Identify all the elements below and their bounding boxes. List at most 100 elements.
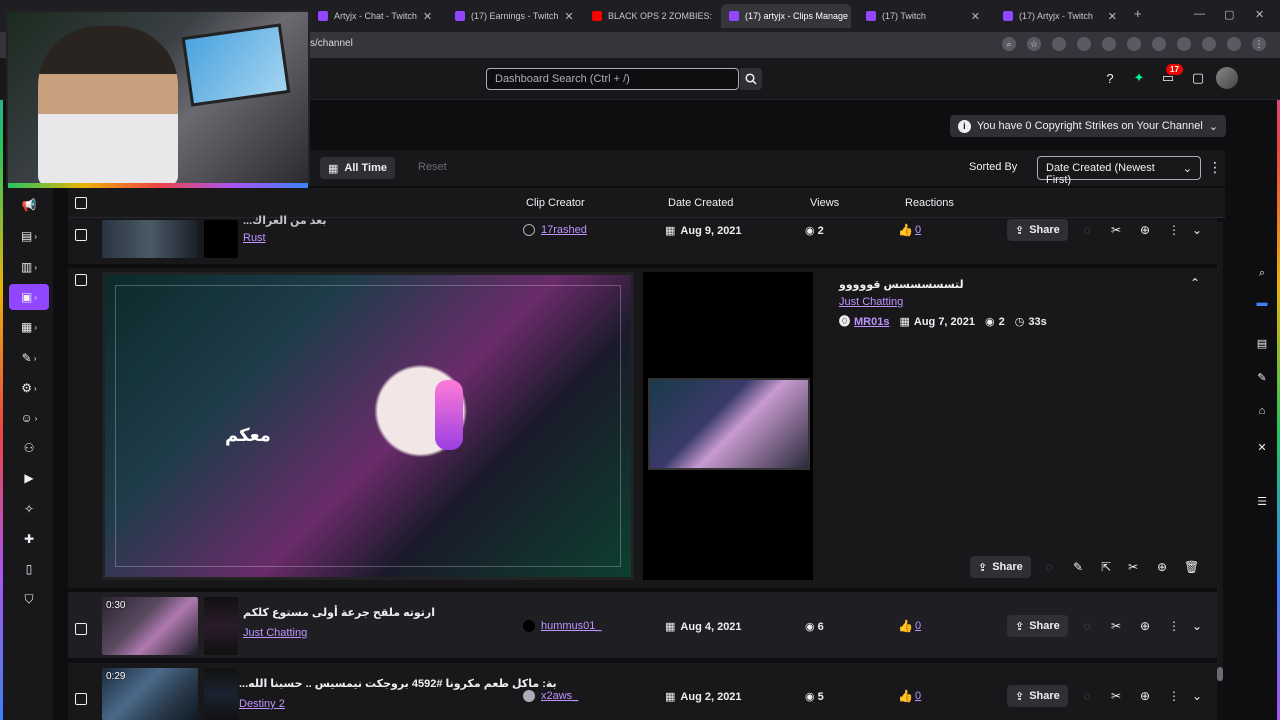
chevron-down-icon[interactable]: ⌄ xyxy=(1190,223,1204,237)
close-icon[interactable]: ✕ xyxy=(971,10,980,23)
nav-safety[interactable]: ⛉ xyxy=(9,586,49,612)
whispers-icon[interactable]: ▢ xyxy=(1190,70,1206,86)
browser-tab[interactable]: BLACK OPS 2 ZOMBIES: C ✕ xyxy=(584,4,714,28)
zoom-icon[interactable]: ⌕ xyxy=(1002,37,1016,51)
add-circle-icon[interactable]: ⊕ xyxy=(1155,560,1169,574)
sliders-icon[interactable]: ☰ xyxy=(1255,494,1269,508)
clip-thumbnail[interactable]: 0:29 xyxy=(102,668,198,720)
browser-tab-active[interactable]: (17) artyjx - Clips Manage ✕ xyxy=(721,4,851,28)
tools-icon[interactable]: ✕ xyxy=(1255,440,1269,454)
help-icon[interactable]: ? xyxy=(1102,70,1118,86)
add-circle-icon[interactable]: ⊕ xyxy=(1138,619,1152,633)
scissors-icon[interactable]: ✂ xyxy=(1109,223,1123,237)
copyright-strike-notice[interactable]: i You have 0 Copyright Strikes on Your C… xyxy=(949,115,1226,137)
browser-tab[interactable]: (17) Earnings - Twitch ✕ xyxy=(447,4,577,28)
edit-pencil-icon[interactable]: ✎ xyxy=(1071,560,1085,574)
chat-icon[interactable]: ▬ xyxy=(1255,296,1269,310)
chevron-up-icon[interactable]: ⌃ xyxy=(1190,276,1200,290)
extension-icon[interactable] xyxy=(1102,37,1116,51)
sort-select[interactable]: Date Created (Newest First) ⌄ xyxy=(1037,156,1201,186)
nav-content[interactable]: ▣ › xyxy=(9,284,49,310)
nav-viewer-rewards[interactable]: ☺ › xyxy=(9,405,49,431)
browser-tab[interactable]: (17) Artyjx - Twitch ✕ xyxy=(995,4,1125,28)
window-close-icon[interactable]: ✕ xyxy=(1255,8,1264,21)
nav-community[interactable]: ▦ › xyxy=(9,314,49,340)
nav-video[interactable]: ▶ xyxy=(9,465,49,491)
clip-thumbnail[interactable] xyxy=(102,220,198,258)
scrollbar-track[interactable] xyxy=(1217,222,1223,682)
creator-link[interactable]: 17rashed xyxy=(541,224,587,236)
browser-tab[interactable]: Artyjx - Chat - Twitch ✕ xyxy=(310,4,440,28)
clip-title[interactable]: ...بة: ماكل طعم مكرونا #4592 بروجكت نيمس… xyxy=(239,677,557,690)
table-row[interactable]: 0:29 ...بة: ماكل طعم مكرونا #4592 بروجكت… xyxy=(68,663,1217,720)
reset-button[interactable]: Reset xyxy=(410,157,455,179)
row-checkbox[interactable] xyxy=(75,274,87,286)
clip-category-link[interactable]: Just Chatting xyxy=(839,296,903,308)
scrollbar-thumb[interactable] xyxy=(1217,667,1223,681)
nav-creator-camp[interactable]: ▯ xyxy=(9,556,49,582)
add-circle-icon[interactable]: ⊕ xyxy=(1138,223,1152,237)
clip-video-player[interactable]: معكم xyxy=(102,272,634,580)
bookmark-star-icon[interactable]: ☆ xyxy=(1027,37,1041,51)
share-button[interactable]: ⇪ Share xyxy=(1007,219,1068,241)
share-button[interactable]: ⇪ Share xyxy=(1007,685,1068,707)
clip-title[interactable]: ارتوته ملقح جرعة أولى مستوع كلكم xyxy=(243,606,435,619)
gamepad-icon[interactable]: ⌂ xyxy=(1255,404,1269,418)
col-reactions[interactable]: Reactions xyxy=(905,197,954,209)
puzzle-icon[interactable] xyxy=(1152,37,1166,51)
clip-category-link[interactable]: Just Chatting xyxy=(243,627,307,639)
table-row[interactable]: ...بعد من العراك Rust 17rashed ▦ Aug 9, 2… xyxy=(68,215,1217,264)
creator-link[interactable]: x2aws_ xyxy=(541,690,578,702)
chevron-down-icon[interactable]: ⌄ xyxy=(1190,619,1204,633)
menu-kebab-icon[interactable]: ⋮ xyxy=(1252,37,1266,51)
nav-creator-tools[interactable]: ✎ › xyxy=(9,345,49,371)
edit-icon[interactable]: ✎ xyxy=(1255,370,1269,384)
nav-settings[interactable]: ⚙ › xyxy=(9,375,49,401)
maximize-icon[interactable]: ▢ xyxy=(1224,8,1234,21)
nav-achievements[interactable]: ✧ xyxy=(9,496,49,522)
clip-title[interactable]: ...بعد من العراك xyxy=(243,214,327,227)
trash-icon[interactable]: 🗑 xyxy=(1184,560,1199,574)
minimize-icon[interactable]: — xyxy=(1194,8,1205,20)
search-button[interactable] xyxy=(740,68,762,90)
col-clip-creator[interactable]: Clip Creator xyxy=(526,197,585,209)
quick-search-icon[interactable]: ⌕ xyxy=(1255,266,1269,280)
clip-category-link[interactable]: Rust xyxy=(243,232,266,244)
clip-category-link[interactable]: Destiny 2 xyxy=(239,698,285,710)
nav-roles[interactable]: ⚇ xyxy=(9,435,49,461)
scissors-icon[interactable]: ✂ xyxy=(1109,619,1123,633)
document-icon[interactable]: ▤ xyxy=(1255,336,1269,350)
table-row[interactable]: 0:30 ارتوته ملقح جرعة أولى مستوع كلكم Ju… xyxy=(68,592,1217,658)
time-filter-button[interactable]: ▦ All Time xyxy=(320,157,395,179)
extension-icon[interactable] xyxy=(1077,37,1091,51)
clip-thumbnail[interactable]: 0:30 xyxy=(102,597,198,655)
creator-link[interactable]: hummus01_ xyxy=(541,620,602,632)
extension-icon[interactable] xyxy=(1227,37,1241,51)
select-all-checkbox[interactable] xyxy=(75,197,87,209)
row-checkbox[interactable] xyxy=(75,229,87,241)
reactions-link[interactable]: 0 xyxy=(915,690,921,702)
reactions-link[interactable]: 0 xyxy=(915,224,921,236)
user-avatar[interactable] xyxy=(1216,67,1238,89)
vertical-preview-video[interactable] xyxy=(648,378,810,470)
nav-insights[interactable]: ▥ › xyxy=(9,254,49,280)
reactions-link[interactable]: 0 xyxy=(915,620,921,632)
share-button[interactable]: ⇪ Share xyxy=(1007,615,1068,637)
external-link-icon[interactable]: ⇱ xyxy=(1099,560,1113,574)
scissors-icon[interactable]: ✂ xyxy=(1109,689,1123,703)
col-date-created[interactable]: Date Created xyxy=(668,197,733,209)
scissors-icon[interactable]: ✂ xyxy=(1126,560,1140,574)
col-views[interactable]: Views xyxy=(810,197,839,209)
more-options-icon[interactable]: ⋮ xyxy=(1167,223,1181,237)
close-icon[interactable]: ✕ xyxy=(564,10,573,23)
nav-extensions[interactable]: ✚ xyxy=(9,526,49,552)
close-icon[interactable]: ✕ xyxy=(1108,10,1117,23)
bits-icon[interactable]: ✦ xyxy=(1131,70,1147,86)
url-text[interactable]: s/channel xyxy=(310,38,353,49)
share-button[interactable]: ⇪ Share xyxy=(970,556,1031,578)
creator-link[interactable]: MR01s xyxy=(854,316,889,328)
more-options-icon[interactable]: ⋮ xyxy=(1167,619,1181,633)
more-options-icon[interactable]: ⋮ xyxy=(1208,159,1222,176)
row-checkbox[interactable] xyxy=(75,693,87,705)
more-options-icon[interactable]: ⋮ xyxy=(1167,689,1181,703)
